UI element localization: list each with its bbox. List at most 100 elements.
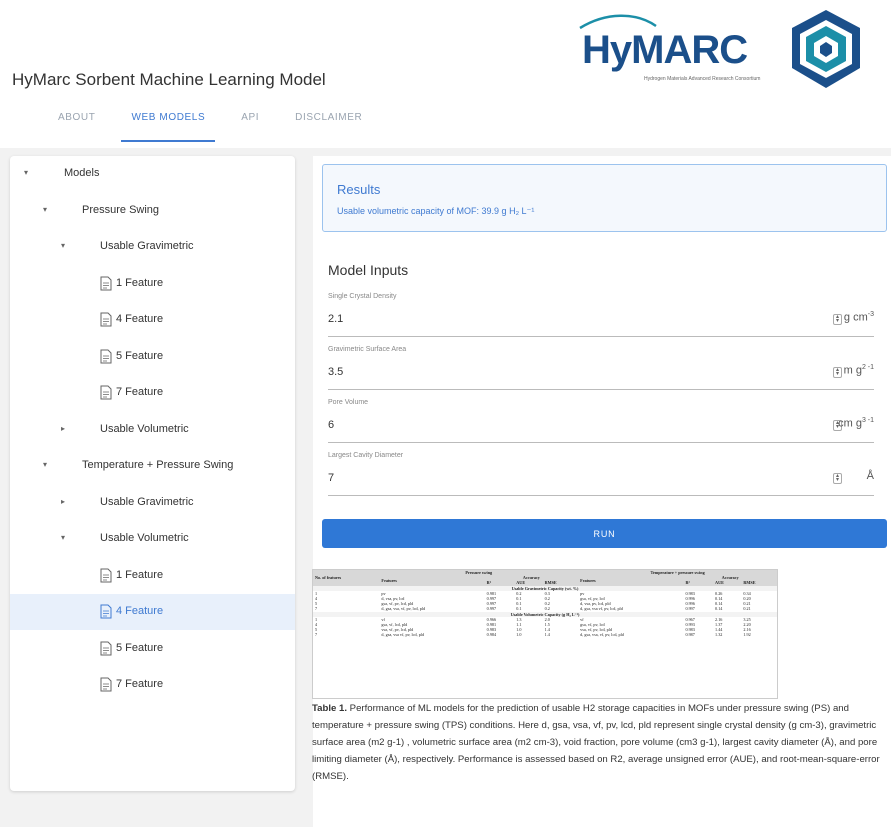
field-label: Largest Cavity Diameter <box>328 452 404 459</box>
caret-right-icon: ▸ <box>61 424 66 433</box>
stepper-icon[interactable]: ▴ ▾ <box>833 473 842 484</box>
caret-right-icon: ▸ <box>61 497 66 506</box>
performance-table-image: No. of features Pressure swing Temperatu… <box>312 569 778 699</box>
table-caption: Table 1. Performance of ML models for th… <box>312 700 887 785</box>
pore-volume-input[interactable] <box>328 415 798 435</box>
app-title: HyMarc Sorbent Machine Learning Model <box>12 70 326 89</box>
unit-label: Å <box>867 470 874 482</box>
performance-table: No. of features Pressure swing Temperatu… <box>313 570 777 638</box>
tree-item-ps-usable-volumetric[interactable]: ▸ Usable Volumetric <box>10 412 295 448</box>
table-cell: 1.4 <box>544 632 550 638</box>
tree-item-label: Usable Gravimetric <box>100 496 194 508</box>
tab-about[interactable]: ABOUT <box>48 106 105 142</box>
tree-item-ps-grav-1-feature[interactable]: 1 Feature <box>10 266 295 302</box>
results-box: Results Usable volumetric capacity of MO… <box>322 164 887 232</box>
results-title: Results <box>337 182 381 197</box>
logo-wordmark: HyMARC <box>582 28 748 72</box>
caption-lead: Table 1. <box>312 703 348 714</box>
table-cell: d, gsa, vsa vf, pv, lcd, pld <box>381 632 425 638</box>
tree-item-label: 7 Feature <box>116 678 164 690</box>
logo-tagline: Hydrogen Materials Advanced Research Con… <box>644 76 761 82</box>
tree-item-label: 1 Feature <box>116 277 164 289</box>
table-cell: d, gsa, vsa, vf, pv, lcd, pld <box>580 632 624 638</box>
tree-item-tps-vol-5-feature[interactable]: 5 Feature <box>10 631 295 667</box>
caret-down-icon: ▾ <box>61 241 66 250</box>
gravimetric-surface-area-input[interactable] <box>328 362 798 382</box>
caret-down-icon: ▾ <box>43 205 48 214</box>
tab-web-models[interactable]: WEB MODELS <box>121 106 216 142</box>
table-cell: 1.32 <box>715 632 723 638</box>
unit-label: cm g3 -1 <box>838 417 874 430</box>
largest-cavity-diameter-field: Largest Cavity Diameter ▴▾ Å <box>328 452 874 496</box>
tree-item-temperature-pressure-swing[interactable]: ▾ Temperature + Pressure Swing <box>10 448 295 484</box>
caret-down-icon: ▾ <box>61 533 66 542</box>
tree-item-ps-grav-5-feature[interactable]: 5 Feature <box>10 339 295 375</box>
tree-item-label: Usable Volumetric <box>100 532 189 544</box>
col-features: Features <box>578 575 684 586</box>
col-n-features: No. of features <box>313 570 380 586</box>
single-crystal-density-input[interactable] <box>328 309 798 329</box>
col-features: Features <box>379 575 485 586</box>
unit-label: g cm-3 <box>844 311 874 324</box>
tree-item-tps-vol-4-feature[interactable]: 4 Feature <box>10 594 295 630</box>
table-cell: 1.92 <box>743 632 751 638</box>
unit-text: g cm <box>843 311 868 324</box>
tree-item-models[interactable]: ▾ Models <box>10 156 295 192</box>
document-icon <box>100 276 112 291</box>
tree-item-label: Temperature + Pressure Swing <box>82 459 234 471</box>
unit-label: m g2 -1 <box>844 364 874 377</box>
results-text: Usable volumetric capacity of MOF: 39.9 … <box>337 206 535 216</box>
pore-volume-field: Pore Volume ▴▾ cm g3 -1 <box>328 399 874 443</box>
tree-item-label: 4 Feature <box>116 313 164 325</box>
field-label: Gravimetric Surface Area <box>328 346 407 353</box>
tree-item-tps-usable-volumetric[interactable]: ▾ Usable Volumetric <box>10 521 295 557</box>
document-icon <box>100 677 112 692</box>
stepper-icon[interactable]: ▴ ▾ <box>833 314 842 325</box>
tree-item-label: 7 Feature <box>116 386 164 398</box>
tab-disclaimer[interactable]: DISCLAIMER <box>285 106 372 142</box>
run-button[interactable]: RUN <box>322 519 887 548</box>
unit-exponent: 2 -1 <box>861 364 874 371</box>
stepper-icon[interactable]: ▴ ▾ <box>833 367 842 378</box>
tree-item-tps-usable-gravimetric[interactable]: ▸ Usable Gravimetric <box>10 485 295 521</box>
tree-item-ps-usable-gravimetric[interactable]: ▾ Usable Gravimetric <box>10 229 295 265</box>
largest-cavity-diameter-input[interactable] <box>328 468 798 488</box>
table-body: Usable Gravimetric Capacity (wt. %) 1 pv 0… <box>313 585 777 638</box>
tree-item-label: 1 Feature <box>116 569 164 581</box>
unit-text: cm g <box>838 417 862 430</box>
caret-down-icon: ▾ <box>24 168 29 177</box>
table-cell: 1.0 <box>516 632 522 638</box>
tree-item-label: 4 Feature <box>116 605 164 617</box>
nav-tabs: ABOUT WEB MODELS API DISCLAIMER <box>48 106 388 142</box>
tree-item-ps-grav-4-feature[interactable]: 4 Feature <box>10 302 295 338</box>
document-icon <box>100 349 112 364</box>
caret-down-icon: ▾ <box>43 460 48 469</box>
caption-text: Performance of ML models for the predict… <box>312 703 880 782</box>
model-inputs-title: Model Inputs <box>328 262 409 278</box>
document-icon <box>100 604 112 619</box>
tree-item-tps-vol-7-feature[interactable]: 7 Feature <box>10 667 295 703</box>
tree-item-tps-vol-1-feature[interactable]: 1 Feature <box>10 558 295 594</box>
tree-item-label: Usable Volumetric <box>100 423 189 435</box>
document-icon <box>100 568 112 583</box>
tree-item-pressure-swing[interactable]: ▾ Pressure Swing <box>10 193 295 229</box>
table-cell: 7 <box>315 632 318 638</box>
table-cell: 0.987 <box>685 632 695 638</box>
gravimetric-surface-area-field: Gravimetric Surface Area ▴▾ m g2 -1 <box>328 346 874 390</box>
document-icon <box>100 312 112 327</box>
unit-exponent: 3 -1 <box>861 417 874 424</box>
footer-strip <box>0 797 313 827</box>
tab-api[interactable]: API <box>231 106 269 142</box>
unit-exponent: -3 <box>867 311 874 318</box>
table-row: 7 d, gsa, vsa vf, pv, lcd, pld 0.984 1.0 1.4… <box>313 632 777 637</box>
hymarc-logo: HyMARC Hydrogen Materials Advanced Resea… <box>576 6 866 94</box>
tree-item-label: 5 Feature <box>116 642 164 654</box>
unit-text: Å <box>866 470 874 482</box>
single-crystal-density-field: Single Crystal Density ▴▾ g cm-3 <box>328 293 874 337</box>
document-icon <box>100 641 112 656</box>
field-label: Single Crystal Density <box>328 293 397 300</box>
tree-item-label: 5 Feature <box>116 350 164 362</box>
document-icon <box>100 385 112 400</box>
tree-item-ps-grav-7-feature[interactable]: 7 Feature <box>10 375 295 411</box>
tree-item-label: Usable Gravimetric <box>100 240 194 252</box>
